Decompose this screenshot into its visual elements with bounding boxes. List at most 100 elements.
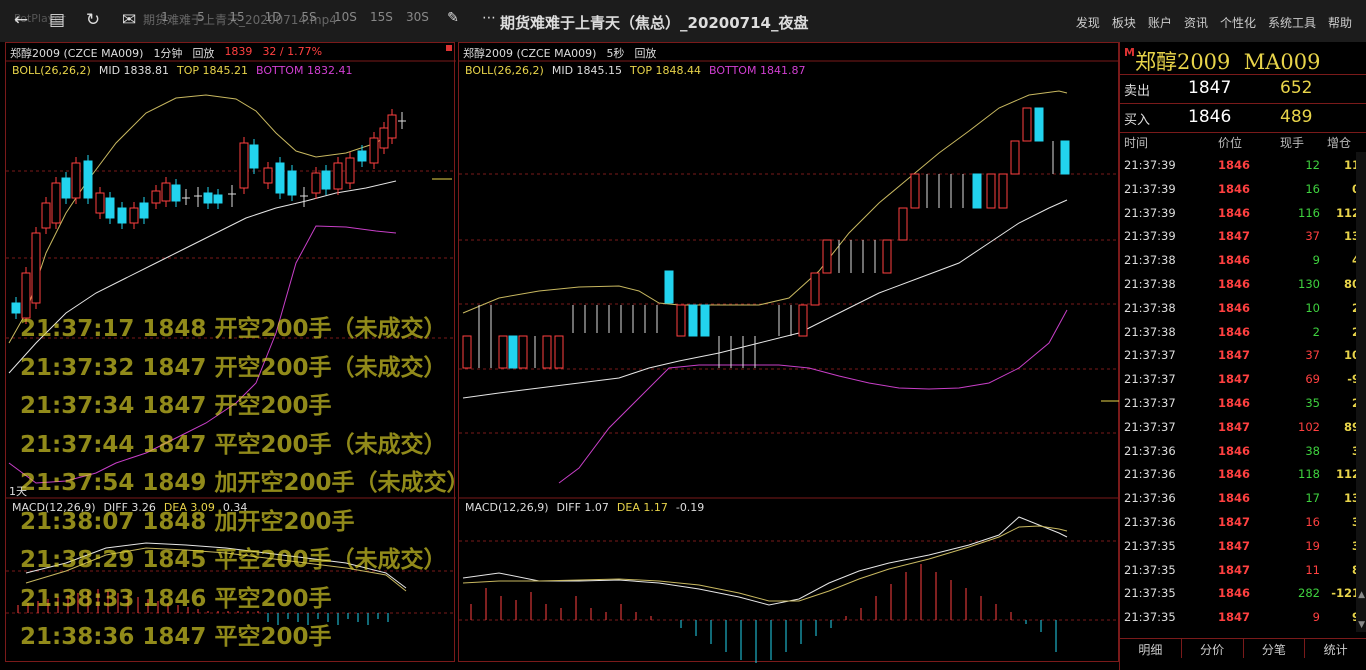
candle-body <box>249 144 259 169</box>
tick-oi-change: 0 <box>1320 182 1360 196</box>
candle-body <box>972 173 982 209</box>
mid-macd-label[interactable]: MACD(12,26,9) <box>465 501 549 514</box>
tick-row[interactable]: 21:37:38 1846 94 <box>1120 249 1366 273</box>
tick-price: 1847 <box>1218 538 1251 553</box>
tick-row[interactable]: 21:37:39 1846 12 11 <box>1120 154 1366 178</box>
trade-log-line: 21:37:34 1847 开空200手 <box>20 393 332 419</box>
tick-row[interactable]: 21:37:38 1846 22 <box>1120 321 1366 345</box>
tick-volume: 38 <box>1305 443 1320 458</box>
period-1d[interactable]: 1D <box>262 10 284 30</box>
period-30s[interactable]: 30S <box>406 10 429 30</box>
mail-icon[interactable]: ✉ <box>118 10 140 30</box>
period-10s[interactable]: 10S <box>334 10 357 30</box>
ticks-scrollbar[interactable] <box>1356 152 1366 632</box>
menu-news[interactable]: 资讯 <box>1184 14 1208 31</box>
candle-body <box>117 207 127 224</box>
menu-account[interactable]: 账户 <box>1148 14 1172 31</box>
tick-row[interactable]: 21:37:37 1847 69 -9 <box>1120 368 1366 392</box>
candle-body <box>554 335 564 369</box>
mid-replay[interactable]: 回放 <box>634 45 656 61</box>
tab-stats[interactable]: 统计 <box>1305 638 1366 658</box>
left-replay[interactable]: 回放 <box>192 45 214 61</box>
tick-row[interactable]: 21:37:38 1846 102 <box>1120 297 1366 321</box>
tick-oi-change: 13 <box>1343 229 1360 244</box>
trade-log-line: 21:37:17 1848 开空200手（未成交） <box>20 316 447 342</box>
menu-help[interactable]: 帮助 <box>1328 14 1352 31</box>
bid-row[interactable]: 买入 1846 489 <box>1120 104 1366 132</box>
tick-row[interactable]: 21:37:35 1847 118 <box>1120 559 1366 583</box>
tick-time: 21:37:39 <box>1124 229 1176 244</box>
left-period[interactable]: 1分钟 <box>153 45 182 61</box>
tick-row[interactable]: 21:37:36 1846 118 112 <box>1120 463 1366 487</box>
tick-oi-change: 11 <box>1343 158 1360 172</box>
more-icon[interactable]: ⋯ <box>478 10 500 30</box>
tick-row[interactable]: 21:37:38 1846 130 80 <box>1120 273 1366 297</box>
period-5s[interactable]: 5S <box>298 10 320 30</box>
back-icon[interactable]: ← <box>10 10 32 30</box>
window-title: 期货难难于上青天（焦总）_20200714_夜盘 <box>500 14 809 32</box>
candle-body <box>263 167 273 184</box>
candle-body <box>275 162 285 194</box>
candle-body <box>810 272 820 306</box>
quote-panel: M郑醇2009 MA009 卖出 1847 652 买入 1846 489 时间… <box>1119 42 1366 670</box>
tick-row[interactable]: 21:37:37 1847 37 10 <box>1120 344 1366 368</box>
tick-row[interactable]: 21:37:36 1846 17 13 <box>1120 487 1366 511</box>
tick-time: 21:37:37 <box>1124 348 1176 363</box>
period-15s[interactable]: 15S <box>370 10 393 30</box>
mid-symbol[interactable]: 郑醇2009 (CZCE MA009) <box>463 45 596 61</box>
period-1[interactable]: 1 <box>154 10 176 30</box>
ask-row[interactable]: 卖出 1847 652 <box>1120 75 1366 103</box>
tick-oi-change: 3 <box>1320 515 1360 529</box>
tick-price: 1846 <box>1218 396 1251 410</box>
tick-price: 1846 <box>1218 181 1251 196</box>
tab-price-split[interactable]: 分价 <box>1181 638 1244 658</box>
tick-time: 21:37:38 <box>1124 277 1176 291</box>
quote-code: MA009 <box>1243 50 1321 74</box>
tick-row[interactable]: 21:37:39 1846 160 <box>1120 178 1366 202</box>
tick-volume: 9 <box>1312 610 1320 625</box>
menu-discover[interactable]: 发现 <box>1076 14 1100 31</box>
tick-row[interactable]: 21:37:35 1847 193 <box>1120 535 1366 559</box>
bid-label: 买入 <box>1124 113 1151 128</box>
tick-row[interactable]: 21:37:36 1847 163 <box>1120 511 1366 535</box>
tick-row[interactable]: 21:37:35 1847 99 <box>1120 606 1366 630</box>
period-5[interactable]: 5 <box>190 10 212 30</box>
left-symbol[interactable]: 郑醇2009 (CZCE MA009) <box>10 45 143 61</box>
tick-row[interactable]: 21:37:37 1847 102 89 <box>1120 416 1366 440</box>
app-window: PotPlayer 期货难难于上青天_20200714.mp4 ← ▤ ↻ ✉ … <box>0 0 1366 670</box>
tick-price: 1846 <box>1218 253 1251 268</box>
tick-oi-change: -9 <box>1347 372 1360 387</box>
tick-oi-change: 2 <box>1320 325 1360 339</box>
tick-row[interactable]: 21:37:39 1847 37 13 <box>1120 225 1366 249</box>
tick-price: 1846 <box>1218 158 1251 172</box>
left-boll-label[interactable]: BOLL(26,26,2) <box>12 64 91 77</box>
mid-boll-label[interactable]: BOLL(26,26,2) <box>465 64 544 77</box>
tab-trades[interactable]: 分笔 <box>1243 638 1306 658</box>
tick-row[interactable]: 21:37:35 1846 282 -121 <box>1120 582 1366 606</box>
period-15[interactable]: 15 <box>226 10 248 30</box>
left-boll-mid: MID 1838.81 <box>98 64 170 77</box>
scroll-down-icon[interactable]: ▼ <box>1358 620 1365 630</box>
toolbar: ← ▤ ↻ ✉ 1 5 15 1D 5S 10S 15S 30S ✎ ⋯ <box>10 10 500 30</box>
tick-row[interactable]: 21:37:39 1846 116 112 <box>1120 202 1366 226</box>
ask-price: 1847 <box>1188 78 1232 98</box>
left-boll-top: TOP 1845.21 <box>177 64 249 77</box>
scroll-up-icon[interactable]: ▲ <box>1358 590 1365 600</box>
menu-personalize[interactable]: 个性化 <box>1220 14 1256 31</box>
menu-system-tools[interactable]: 系统工具 <box>1268 14 1316 31</box>
pen-icon[interactable]: ✎ <box>442 10 464 30</box>
tick-oi-change: 3 <box>1320 444 1360 458</box>
tick-price: 1846 <box>1218 586 1251 601</box>
refresh-icon[interactable]: ↻ <box>82 10 104 30</box>
tab-detail[interactable]: 明细 <box>1120 638 1182 658</box>
tick-row[interactable]: 21:37:36 1846 383 <box>1120 440 1366 464</box>
candle-body <box>311 172 321 194</box>
menu-sectors[interactable]: 板块 <box>1112 14 1136 31</box>
mid-chart-panel[interactable]: 郑醇2009 (CZCE MA009) 5秒 回放 BOLL(26,26,2) … <box>458 42 1120 663</box>
mid-period[interactable]: 5秒 <box>606 45 624 61</box>
detail-tabs: 明细 分价 分笔 统计 <box>1120 638 1366 658</box>
tick-price: 1847 <box>1218 419 1251 434</box>
tick-row[interactable]: 21:37:37 1846 352 <box>1120 392 1366 416</box>
list-icon[interactable]: ▤ <box>46 10 68 30</box>
candle-body <box>1010 140 1020 175</box>
